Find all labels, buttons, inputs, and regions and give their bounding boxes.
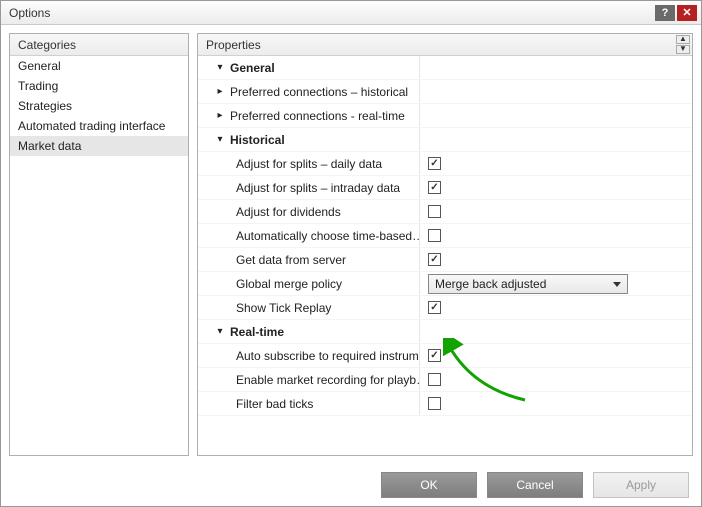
row-filter-bad-ticks: Filter bad ticks [198, 392, 692, 416]
checkbox-auto-time[interactable] [428, 229, 441, 242]
group-general-label: General [230, 61, 275, 75]
scroll-spinner: ▲ ▼ [676, 35, 690, 54]
dropdown-merge-policy-value: Merge back adjusted [435, 277, 546, 291]
titlebar: Options ? ✕ [1, 1, 701, 25]
options-dialog: Options ? ✕ Categories General Trading S… [0, 0, 702, 507]
row-get-data-server: Get data from server [198, 248, 692, 272]
row-pref-connections-historical[interactable]: ▸ Preferred connections – historical [198, 80, 692, 104]
expander-icon: ▾ [214, 134, 226, 145]
row-show-tick-replay: Show Tick Replay [198, 296, 692, 320]
row-adjust-dividends: Adjust for dividends [198, 200, 692, 224]
properties-body: ▾ General ▸ Preferred connections – hist… [198, 56, 692, 455]
label-pref-hist: Preferred connections – historical [230, 85, 408, 99]
group-realtime-label: Real-time [230, 325, 284, 339]
row-adjust-splits-intraday: Adjust for splits – intraday data [198, 176, 692, 200]
dropdown-merge-policy[interactable]: Merge back adjusted [428, 274, 628, 294]
label-adj-splits-daily: Adjust for splits – daily data [236, 157, 382, 171]
dialog-footer: OK Cancel Apply [1, 464, 701, 506]
sidebar-item-general[interactable]: General [10, 56, 188, 76]
dialog-body: Categories General Trading Strategies Au… [1, 25, 701, 464]
group-historical-label: Historical [230, 133, 285, 147]
label-merge-policy: Global merge policy [236, 277, 342, 291]
categories-header: Categories [10, 34, 188, 56]
expander-icon: ▾ [214, 326, 226, 337]
group-realtime[interactable]: ▾ Real-time [198, 320, 692, 344]
expander-icon: ▾ [214, 62, 226, 73]
help-button[interactable]: ? [655, 5, 675, 21]
sidebar-item-market-data[interactable]: Market data [10, 136, 188, 156]
window-title: Options [9, 6, 653, 20]
checkbox-auto-sub[interactable] [428, 349, 441, 362]
scroll-up-icon[interactable]: ▲ [676, 35, 690, 44]
label-auto-sub: Auto subscribe to required instrum… [236, 349, 420, 363]
label-show-tick: Show Tick Replay [236, 301, 331, 315]
checkbox-show-tick[interactable] [428, 301, 441, 314]
group-historical[interactable]: ▾ Historical [198, 128, 692, 152]
sidebar-item-trading[interactable]: Trading [10, 76, 188, 96]
checkbox-get-server[interactable] [428, 253, 441, 266]
chevron-right-icon: ▸ [214, 110, 226, 121]
label-filter-bad: Filter bad ticks [236, 397, 313, 411]
apply-button: Apply [593, 472, 689, 498]
checkbox-adj-splits-daily[interactable] [428, 157, 441, 170]
checkbox-adj-splits-intra[interactable] [428, 181, 441, 194]
close-button[interactable]: ✕ [677, 5, 697, 21]
row-auto-time-based: Automatically choose time-based… [198, 224, 692, 248]
group-general[interactable]: ▾ General [198, 56, 692, 80]
cancel-button[interactable]: Cancel [487, 472, 583, 498]
label-auto-time: Automatically choose time-based… [236, 229, 420, 243]
label-get-server: Get data from server [236, 253, 346, 267]
properties-header: Properties ▲ ▼ [198, 34, 692, 56]
properties-header-label: Properties [206, 34, 261, 56]
row-pref-connections-realtime[interactable]: ▸ Preferred connections - real-time [198, 104, 692, 128]
ok-button[interactable]: OK [381, 472, 477, 498]
checkbox-filter-bad[interactable] [428, 397, 441, 410]
label-adj-splits-intra: Adjust for splits – intraday data [236, 181, 400, 195]
categories-panel: Categories General Trading Strategies Au… [9, 33, 189, 456]
label-enable-rec: Enable market recording for playb… [236, 373, 420, 387]
row-global-merge-policy: Global merge policy Merge back adjusted [198, 272, 692, 296]
properties-panel: Properties ▲ ▼ ▾ General ▸ [197, 33, 693, 456]
scroll-down-icon[interactable]: ▼ [676, 45, 690, 54]
row-adjust-splits-daily: Adjust for splits – daily data [198, 152, 692, 176]
label-pref-rt: Preferred connections - real-time [230, 109, 405, 123]
checkbox-enable-rec[interactable] [428, 373, 441, 386]
sidebar-item-strategies[interactable]: Strategies [10, 96, 188, 116]
chevron-right-icon: ▸ [214, 86, 226, 97]
row-auto-subscribe: Auto subscribe to required instrum… [198, 344, 692, 368]
row-enable-market-recording: Enable market recording for playb… [198, 368, 692, 392]
label-adj-div: Adjust for dividends [236, 205, 341, 219]
categories-list: General Trading Strategies Automated tra… [10, 56, 188, 455]
sidebar-item-automated-trading[interactable]: Automated trading interface [10, 116, 188, 136]
checkbox-adj-div[interactable] [428, 205, 441, 218]
